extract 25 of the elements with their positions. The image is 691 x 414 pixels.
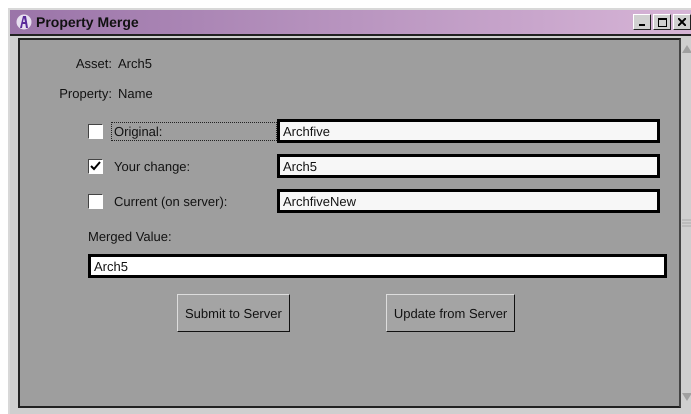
check-icon (90, 160, 101, 172)
dialog-button[interactable]: Submit to Server (177, 294, 290, 332)
dialog-button[interactable]: Update from Server (386, 294, 516, 332)
window-title: Property Merge (36, 14, 140, 30)
checkbox[interactable] (88, 158, 103, 174)
property-value: Name (118, 86, 153, 101)
value-field[interactable]: Archfive (277, 119, 660, 143)
asset-label: Asset: (74, 56, 112, 71)
property-label: Property: (58, 86, 112, 101)
maximize-icon (658, 18, 666, 26)
merged-value-field[interactable]: Arch5 (88, 254, 667, 278)
minimize-button[interactable] (633, 14, 651, 30)
app-icon (16, 14, 32, 30)
merged-value-label: Merged Value: (88, 229, 173, 244)
close-button[interactable] (673, 14, 691, 30)
option-label[interactable]: Your change: (111, 156, 277, 176)
maximize-button[interactable] (653, 14, 671, 30)
checkbox[interactable] (88, 124, 103, 138)
asset-value: Arch5 (118, 56, 153, 71)
option-label[interactable]: Current (on server): (111, 192, 277, 210)
value-field[interactable]: ArchfiveNew (277, 189, 660, 213)
close-icon (678, 18, 686, 26)
checkbox[interactable] (88, 194, 103, 208)
option-label[interactable]: Original: (111, 122, 277, 140)
value-field[interactable]: Arch5 (277, 154, 660, 178)
